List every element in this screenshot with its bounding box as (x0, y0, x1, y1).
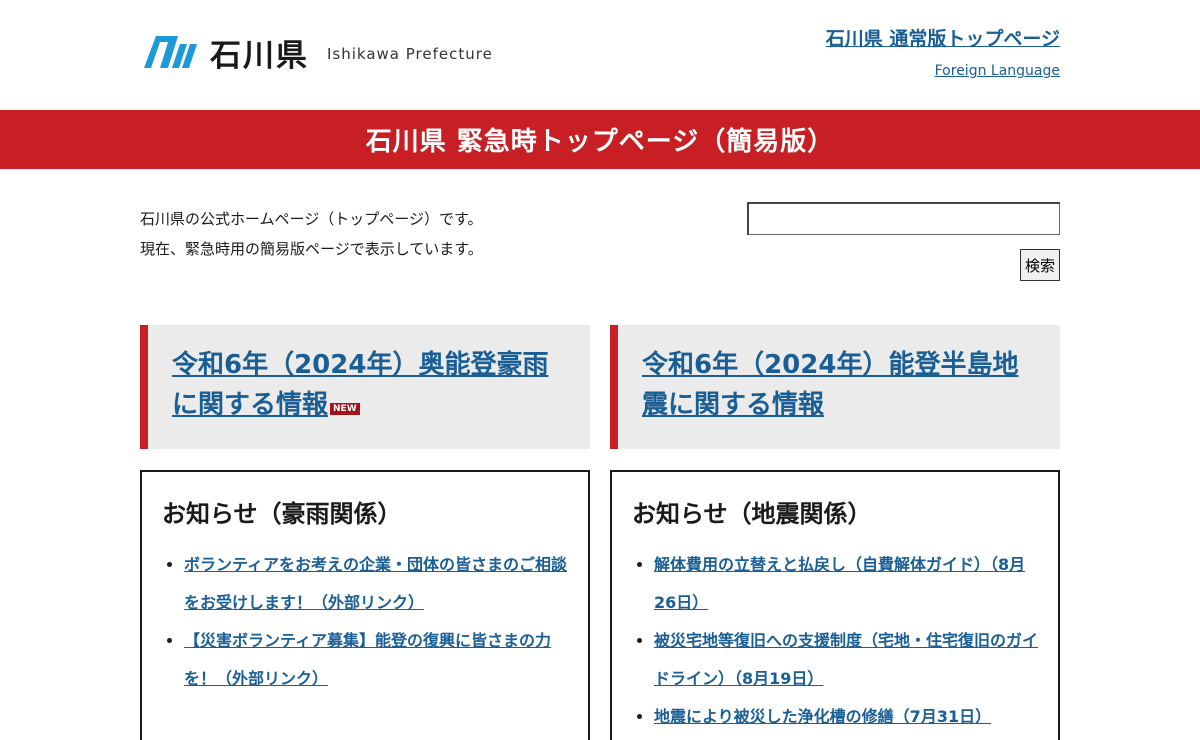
notice-heading: お知らせ（地震関係） (632, 500, 872, 528)
heavy-rain-info-link[interactable]: 令和6年（2024年）奥能登豪雨に関する情報 (172, 350, 548, 420)
earthquake-info-link[interactable]: 令和6年（2024年）能登半島地震に関する情報 (642, 350, 1018, 420)
list-item: 解体費用の立替えと払戻し（自費解体ガイド）（8月26日） (654, 546, 1038, 622)
intro-line: 現在、緊急時用の簡易版ページで表示しています。 (140, 240, 483, 258)
list-item: 地震により被災した浄化槽の修繕（7月31日） (654, 698, 1038, 736)
list-item: ボランティアをお考えの企業・団体の皆さまのご相談をお受けします！（外部リンク） (184, 546, 568, 622)
notice-list: ボランティアをお考えの企業・団体の皆さまのご相談をお受けします！（外部リンク） … (162, 546, 568, 698)
page-title: 石川県 緊急時トップページ（簡易版） (365, 127, 835, 157)
notice-link[interactable]: ボランティアをお考えの企業・団体の皆さまのご相談をお受けします！（外部リンク） (184, 555, 567, 612)
notice-link[interactable]: 解体費用の立替えと払戻し（自費解体ガイド）（8月26日） (654, 555, 1025, 612)
logo-english-text: Ishikawa Prefecture (327, 45, 493, 63)
feature-box-earthquake: 令和6年（2024年）能登半島地震に関する情報 (610, 325, 1060, 449)
page: 石川県 Ishikawa Prefecture 石川県 通常版トップページ Fo… (0, 0, 1200, 740)
list-item: 被災宅地等復旧への支援制度（宅地・住宅復旧のガイドライン）（8月19日） (654, 622, 1038, 698)
notice-link[interactable]: 地震により被災した浄化槽の修繕（7月31日） (654, 707, 991, 726)
search-button[interactable]: 検索 (1020, 249, 1060, 281)
site-logo[interactable]: 石川県 Ishikawa Prefecture (140, 30, 493, 74)
foreign-language-link[interactable]: Foreign Language (935, 63, 1060, 79)
notice-heading: お知らせ（豪雨関係） (162, 500, 402, 528)
notice-list: 解体費用の立替えと払戻し（自費解体ガイド）（8月26日） 被災宅地等復旧への支援… (632, 546, 1038, 736)
search-input[interactable] (747, 202, 1060, 235)
normal-top-page-link[interactable]: 石川県 通常版トップページ (826, 24, 1060, 51)
notice-box-earthquake: お知らせ（地震関係） 解体費用の立替えと払戻し（自費解体ガイド）（8月26日） … (610, 470, 1060, 740)
ishikawa-logo-icon (144, 36, 197, 68)
feature-title: 令和6年（2024年）奥能登豪雨に関する情報 (172, 350, 549, 420)
header: 石川県 Ishikawa Prefecture 石川県 通常版トップページ Fo… (0, 0, 1200, 110)
logo-text: 石川県 (210, 37, 309, 74)
notice-link[interactable]: 【災害ボランティア募集】能登の復興に皆さまの力を！（外部リンク） (184, 631, 551, 688)
intro-line: 石川県の公式ホームページ（トップページ）です。 (140, 210, 483, 228)
feature-title: 令和6年（2024年）能登半島地震に関する情報 (642, 350, 1019, 420)
new-badge: NEW (330, 403, 360, 415)
intro-text: 石川県の公式ホームページ（トップページ）です。 現在、緊急時用の簡易版ページで表… (140, 204, 483, 264)
list-item: 【災害ボランティア募集】能登の復興に皆さまの力を！（外部リンク） (184, 622, 568, 698)
notice-box-heavy-rain: お知らせ（豪雨関係） ボランティアをお考えの企業・団体の皆さまのご相談をお受けし… (140, 470, 590, 740)
feature-box-heavy-rain: 令和6年（2024年）奥能登豪雨に関する情報 NEW (140, 325, 590, 449)
emergency-banner: 石川県 緊急時トップページ（簡易版） (0, 110, 1200, 169)
notice-link[interactable]: 被災宅地等復旧への支援制度（宅地・住宅復旧のガイドライン）（8月19日） (654, 631, 1038, 688)
